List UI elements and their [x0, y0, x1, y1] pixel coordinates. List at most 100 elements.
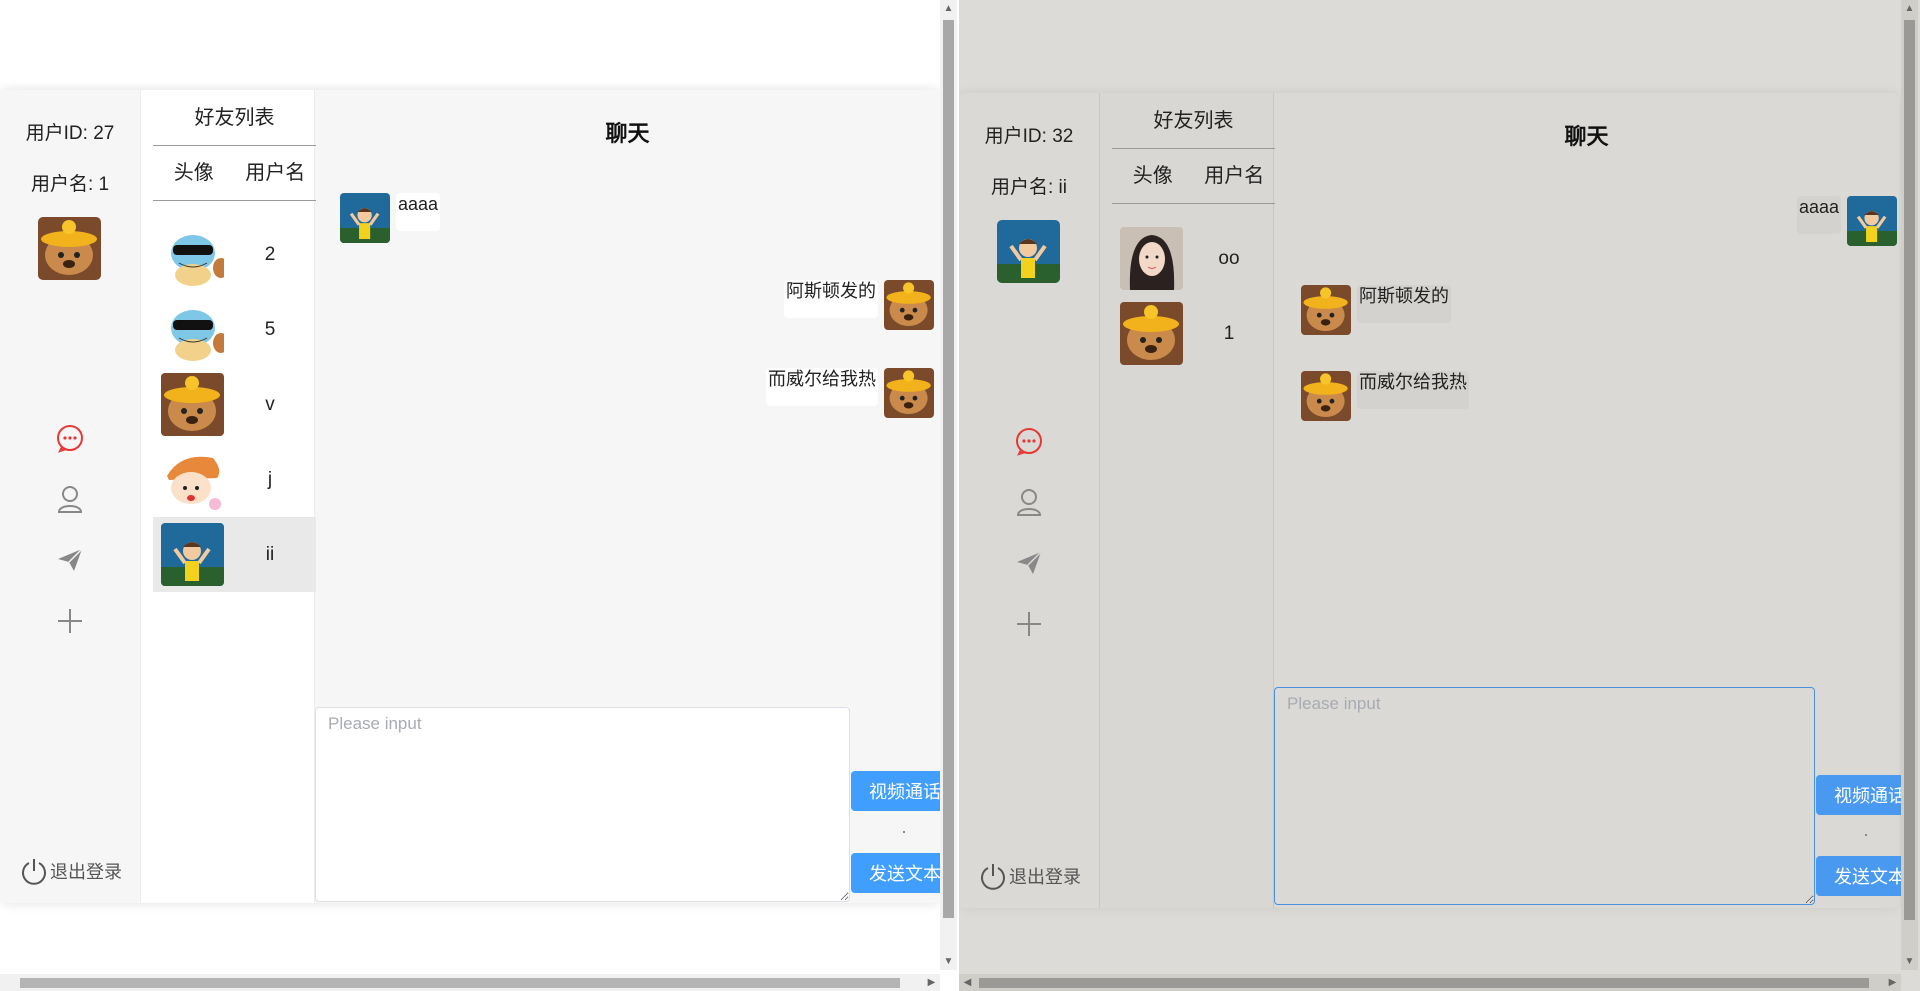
friend-row[interactable]: 1 [1112, 296, 1275, 371]
sidebar: 用户ID: 27 用户名: 1 退出登录 [0, 90, 140, 903]
power-icon [22, 859, 46, 885]
logout-label: 退出登录 [50, 862, 122, 882]
scroll-left-arrow[interactable]: ◀ [959, 974, 976, 991]
friend-row[interactable]: 5 [153, 292, 316, 367]
paper-plane-icon[interactable] [1009, 543, 1049, 583]
friend-row[interactable]: v [153, 367, 316, 442]
logout-button[interactable]: 退出登录 [979, 862, 1081, 890]
send-text-button[interactable]: 发送文本 [851, 853, 951, 893]
user-name-label: 用户名: 1 [30, 174, 110, 195]
friend-row[interactable]: j [153, 442, 316, 517]
friends-list-panel: 好友列表 头像 用户名 2 5 v j ii [140, 90, 316, 903]
sidebar: 用户ID: 32 用户名: ii 退出登录 [959, 93, 1099, 908]
scroll-down-arrow[interactable]: ▼ [940, 953, 957, 970]
chat-panel: 聊天 aaaa 阿斯顿发的 而威尔给我热 视频通话 发送文本 [1274, 93, 1916, 908]
chat-title: 聊天 [605, 121, 650, 146]
message-avatar [1301, 371, 1351, 421]
friends-list-header: 头像 用户名 [1112, 149, 1275, 204]
video-call-button[interactable]: 视频通话 [851, 771, 951, 811]
chat-message: 而威尔给我热 [766, 368, 934, 418]
scroll-thumb[interactable] [1904, 20, 1915, 920]
message-avatar [1301, 285, 1351, 335]
user-id-label: 用户ID: 27 [25, 123, 115, 144]
chat-app-window: 用户ID: 32 用户名: ii 退出登录 好友列表 头像 用户名 oo 1 聊… [959, 93, 1916, 908]
vertical-scrollbar[interactable]: ▲ ▼ [940, 0, 957, 970]
message-avatar [1847, 196, 1897, 246]
friend-name: 1 [1223, 322, 1235, 344]
col-name-header: 用户名 [1204, 165, 1265, 187]
friends-list-panel: 好友列表 头像 用户名 oo 1 [1099, 93, 1275, 908]
logout-button[interactable]: 退出登录 [20, 857, 122, 885]
message-avatar [884, 280, 934, 330]
message-text: 而威尔给我热 [1357, 371, 1469, 409]
chat-message: 阿斯顿发的 [1301, 285, 1451, 335]
friend-avatar [161, 298, 224, 361]
friend-avatar [161, 373, 224, 436]
scroll-up-arrow[interactable]: ▲ [940, 0, 957, 17]
message-input[interactable] [1274, 687, 1815, 905]
scroll-thumb[interactable] [20, 978, 900, 988]
message-avatar [884, 368, 934, 418]
friend-avatar [161, 448, 224, 511]
chat-bubble-icon[interactable] [50, 418, 90, 458]
separator-dot [1865, 834, 1867, 836]
col-name-header: 用户名 [245, 162, 306, 184]
separator-dot [903, 831, 905, 833]
friend-name: ii [265, 543, 275, 565]
friend-avatar [161, 223, 224, 286]
horizontal-scrollbar[interactable]: ▶ [0, 974, 940, 991]
logout-label: 退出登录 [1009, 867, 1081, 887]
message-text: 阿斯顿发的 [1357, 285, 1451, 323]
friend-name: oo [1218, 247, 1240, 269]
my-avatar[interactable] [38, 217, 101, 280]
chat-bubble-icon[interactable] [1009, 421, 1049, 461]
horizontal-scrollbar[interactable]: ◀ ▶ [959, 974, 1901, 991]
friend-avatar [161, 523, 224, 586]
user-icon[interactable] [50, 479, 90, 519]
power-icon [981, 864, 1005, 890]
chat-message: aaaa [340, 193, 441, 243]
message-text: 而威尔给我热 [766, 368, 878, 406]
scroll-thumb[interactable] [943, 20, 954, 918]
col-avatar-header: 头像 [1132, 165, 1173, 187]
user-icon[interactable] [1009, 482, 1049, 522]
message-text: aaaa [396, 193, 441, 231]
col-avatar-header: 头像 [173, 162, 214, 184]
friend-row-selected[interactable]: ii [153, 517, 316, 592]
friend-row[interactable]: 2 [153, 217, 316, 292]
message-input[interactable] [315, 707, 850, 902]
scroll-right-arrow[interactable]: ▶ [1884, 974, 1901, 991]
message-text: 阿斯顿发的 [784, 280, 878, 318]
plus-icon[interactable] [50, 601, 90, 641]
scroll-right-arrow[interactable]: ▶ [923, 974, 940, 991]
left-browser-pane: 用户ID: 27 用户名: 1 退出登录 好友列表 头像 用户名 2 5 v j… [0, 0, 959, 991]
chat-message: aaaa [1796, 196, 1897, 246]
friend-name: j [267, 468, 273, 490]
chat-title: 聊天 [1564, 124, 1609, 149]
paper-plane-icon[interactable] [50, 540, 90, 580]
chat-app-window: 用户ID: 27 用户名: 1 退出登录 好友列表 头像 用户名 2 5 v j… [0, 90, 951, 903]
message-avatar [340, 193, 390, 243]
message-text: aaaa [1796, 196, 1841, 234]
scroll-up-arrow[interactable]: ▲ [1901, 0, 1918, 17]
vertical-scrollbar[interactable]: ▲ ▼ [1901, 0, 1918, 970]
friend-avatar [1120, 302, 1183, 365]
my-avatar[interactable] [997, 220, 1060, 283]
plus-icon[interactable] [1009, 604, 1049, 644]
friend-name: 5 [264, 318, 276, 340]
friend-name: 2 [264, 243, 276, 265]
friends-list-title: 好友列表 [153, 90, 316, 146]
friends-list-header: 头像 用户名 [153, 146, 316, 201]
user-id-label: 用户ID: 32 [984, 126, 1074, 147]
scroll-thumb[interactable] [979, 978, 1869, 988]
user-name-label: 用户名: ii [990, 177, 1067, 198]
friend-avatar [1120, 227, 1183, 290]
scroll-down-arrow[interactable]: ▼ [1901, 953, 1918, 970]
right-browser-pane: 用户ID: 32 用户名: ii 退出登录 好友列表 头像 用户名 oo 1 聊… [959, 0, 1920, 991]
friend-row[interactable]: oo [1112, 221, 1275, 296]
friends-list-title: 好友列表 [1112, 93, 1275, 149]
chat-panel: 聊天 aaaa 阿斯顿发的 而威尔给我热 视频通话 发送文本 [315, 90, 951, 903]
friend-name: v [265, 393, 275, 415]
chat-message: 阿斯顿发的 [784, 280, 934, 330]
chat-message: 而威尔给我热 [1301, 371, 1469, 421]
